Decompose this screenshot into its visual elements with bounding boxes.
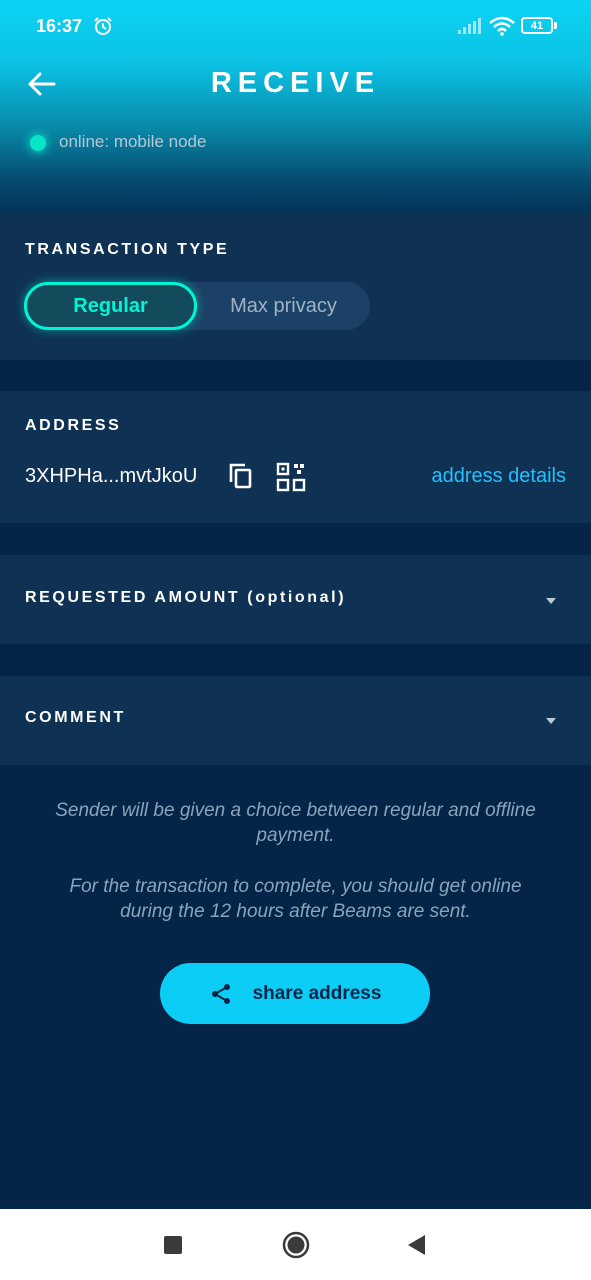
share-icon [211, 983, 230, 1004]
share-address-button[interactable]: share address [160, 963, 430, 1024]
chevron-down-icon[interactable] [545, 597, 557, 605]
max-privacy-option[interactable]: Max privacy [197, 282, 370, 330]
system-back-icon[interactable] [406, 1234, 426, 1256]
requested-amount-label: REQUESTED AMOUNT (optional) [25, 589, 347, 606]
home-icon[interactable] [282, 1231, 310, 1259]
wifi-icon [489, 16, 515, 36]
copy-icon[interactable] [228, 462, 254, 490]
alarm-clock-icon [94, 17, 112, 35]
address-label: ADDRESS [25, 417, 122, 434]
connection-status-text: online: mobile node [59, 132, 207, 151]
transaction-type-label: TRANSACTION TYPE [25, 241, 230, 258]
comment-label: COMMENT [25, 709, 126, 726]
regular-option[interactable]: Regular [24, 282, 197, 330]
address-card [0, 391, 591, 523]
cell-signal-icon [458, 18, 481, 34]
battery-icon: 41 [521, 17, 557, 34]
chevron-down-icon[interactable] [545, 717, 557, 725]
system-nav-bar [0, 1209, 591, 1280]
page-title: RECEIVE [210, 67, 381, 99]
info-text-choice: Sender will be given a choice between re… [55, 800, 536, 846]
address-value: 3XHPHa...mvtJkoU [25, 465, 198, 487]
qr-code-icon[interactable] [276, 462, 306, 492]
address-details-link[interactable]: address details [431, 465, 566, 488]
battery-level: 41 [521, 17, 553, 34]
online-status-dot [30, 135, 46, 151]
info-text-online: For the transaction to complete, you sho… [69, 876, 522, 922]
status-bar: 16:37 41 [0, 0, 591, 52]
recents-icon[interactable] [164, 1236, 182, 1254]
share-address-label: share address [252, 982, 382, 1004]
status-time: 16:37 [36, 16, 83, 36]
